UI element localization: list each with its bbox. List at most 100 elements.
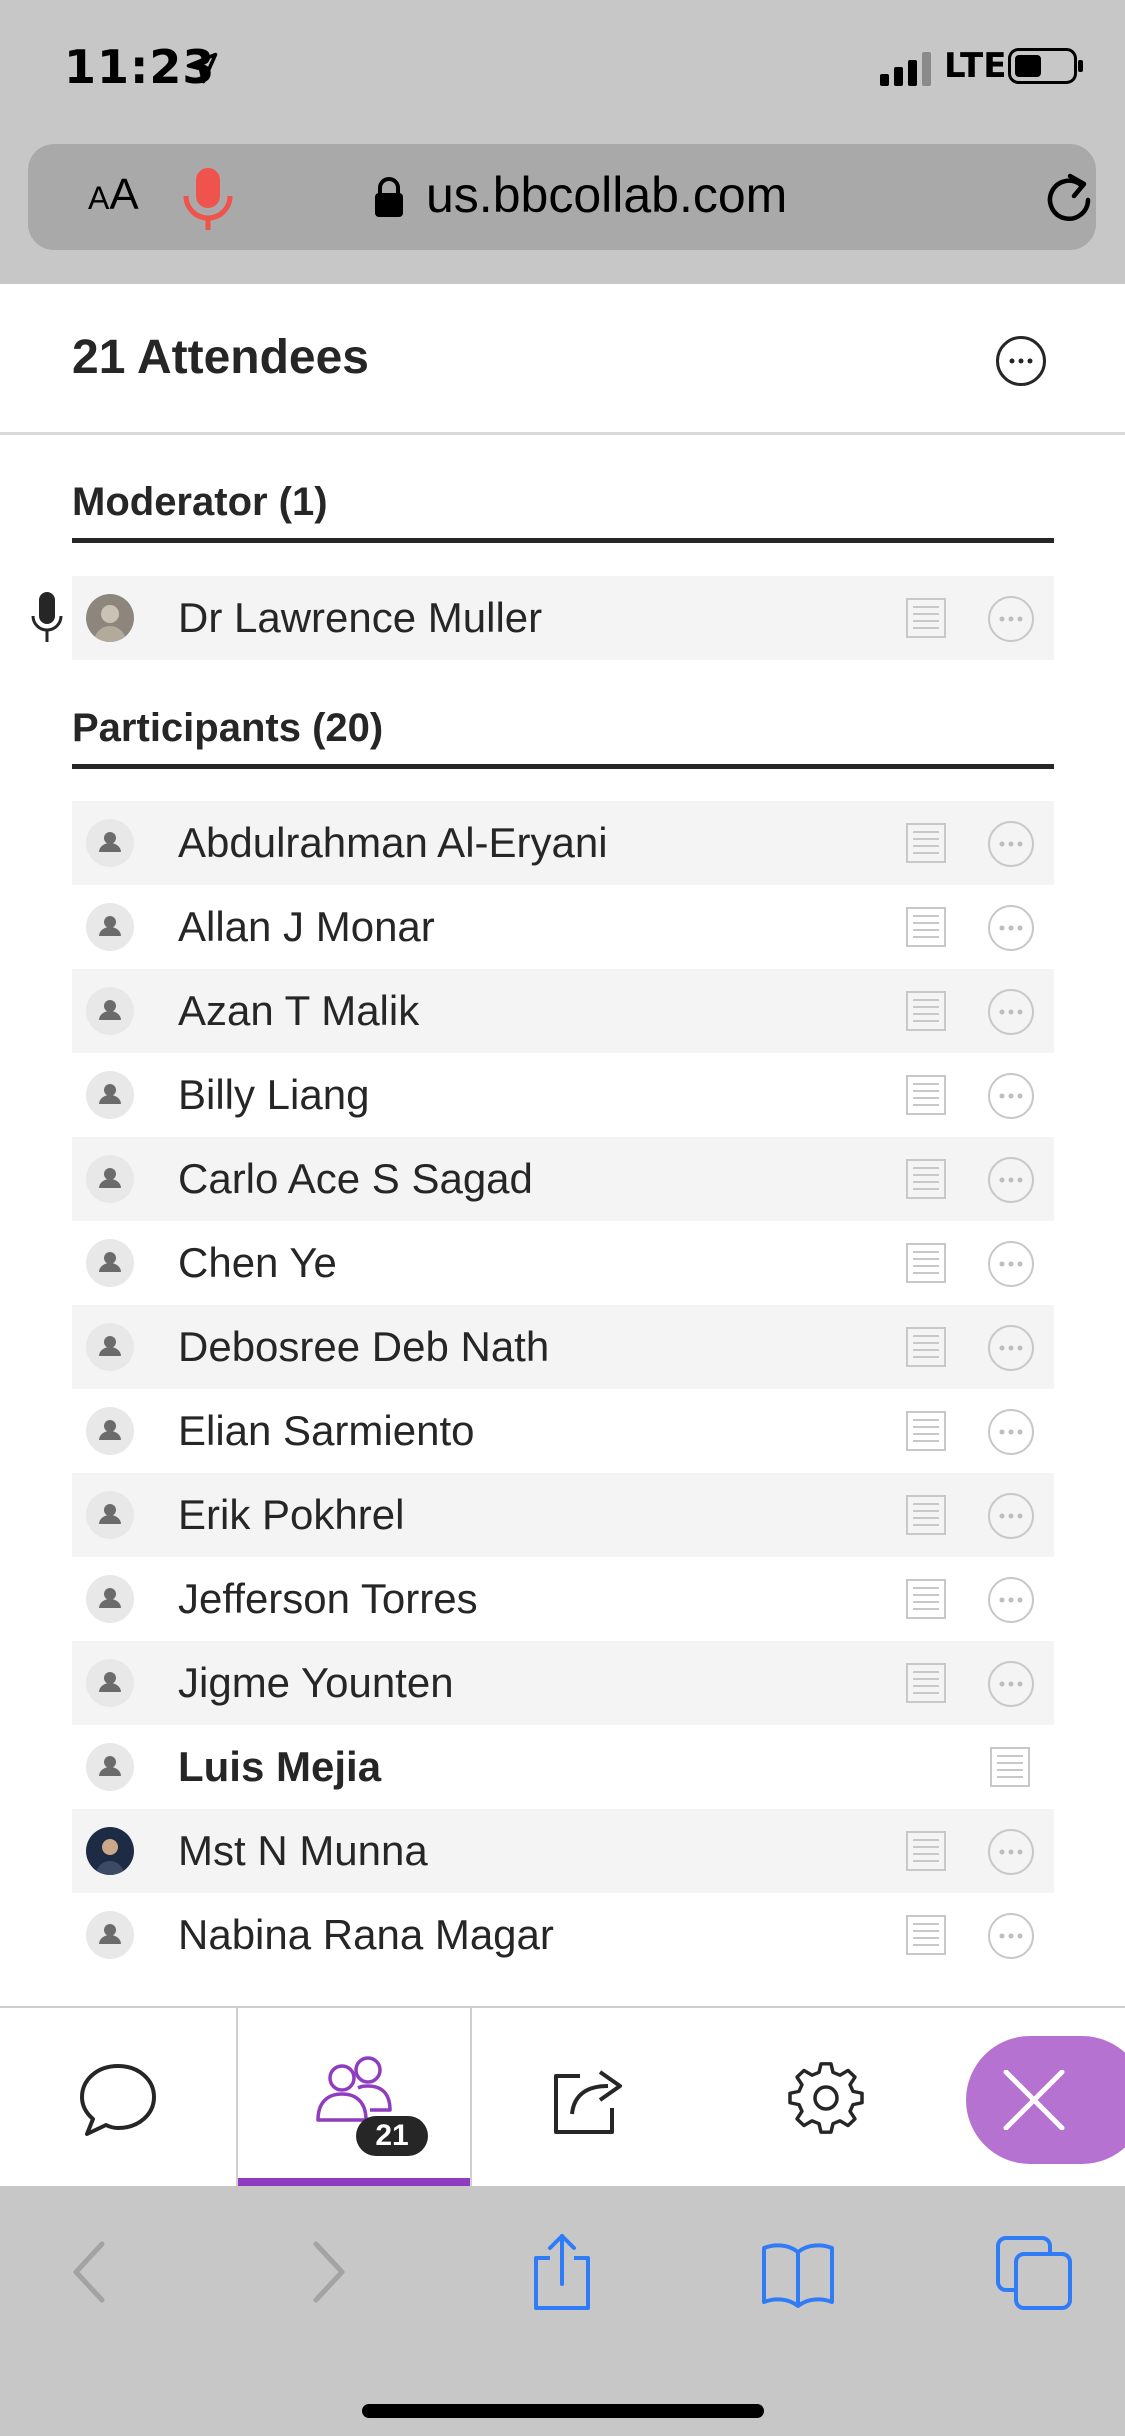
attendee-options-icon[interactable] <box>988 1493 1034 1539</box>
private-chat-icon[interactable] <box>906 1411 946 1451</box>
attendee-options-icon[interactable] <box>988 989 1034 1035</box>
attendee-name: Mst N Munna <box>178 1827 428 1874</box>
attendee-name: Debosree Deb Nath <box>178 1323 550 1370</box>
avatar <box>86 1323 134 1371</box>
home-indicator <box>362 2404 764 2418</box>
avatar <box>86 1155 134 1203</box>
close-icon <box>1003 2070 1065 2130</box>
private-chat-icon[interactable] <box>906 907 946 947</box>
attendee-name: Jefferson Torres <box>178 1575 478 1622</box>
participants-heading: Participants (20) <box>72 706 1054 769</box>
browser-toolbar <box>0 2186 1125 2436</box>
gear-icon <box>788 2062 864 2134</box>
participant-row[interactable]: Luis Mejia <box>72 1725 1054 1809</box>
close-panel-button[interactable] <box>966 2036 1125 2164</box>
share-icon <box>554 2070 622 2134</box>
panel-title: 21 Attendees <box>72 331 369 384</box>
avatar <box>86 1071 134 1119</box>
attendee-name: Carlo Ace S Sagad <box>178 1155 533 1202</box>
lock-icon <box>375 177 403 217</box>
microphone-icon[interactable] <box>178 166 238 232</box>
private-chat-icon[interactable] <box>906 1831 946 1871</box>
avatar <box>86 1407 134 1455</box>
tab-attendees[interactable]: 21 <box>236 2008 472 2188</box>
participant-row[interactable]: Debosree Deb Nath <box>72 1305 1054 1389</box>
panel-header: 21 Attendees <box>0 284 1125 435</box>
attendee-name: Nabina Rana Magar <box>178 1911 554 1958</box>
microphone-icon <box>31 592 63 642</box>
attendee-options-icon[interactable] <box>988 1409 1034 1455</box>
bookmarks-icon[interactable] <box>758 2232 838 2312</box>
battery-icon <box>1008 48 1083 84</box>
attendee-options-icon[interactable] <box>988 596 1034 642</box>
participant-row[interactable]: Azan T Malik <box>72 969 1054 1053</box>
attendee-name: Elian Sarmiento <box>178 1407 475 1454</box>
url-text[interactable]: us.bbcollab.com <box>426 166 787 224</box>
attendee-options-icon[interactable] <box>988 1241 1034 1287</box>
tab-share-content[interactable] <box>472 2008 708 2188</box>
location-arrow-icon <box>186 52 218 84</box>
collab-tab-bar: 21 <box>0 2006 1125 2188</box>
private-chat-icon[interactable] <box>906 1159 946 1199</box>
participant-row[interactable]: Jefferson Torres <box>72 1557 1054 1641</box>
attendee-options-icon[interactable] <box>988 1073 1034 1119</box>
private-chat-icon[interactable] <box>906 1075 946 1115</box>
participant-row[interactable]: Mst N Munna <box>72 1809 1054 1893</box>
avatar <box>86 1743 134 1791</box>
reload-icon[interactable] <box>1040 170 1098 228</box>
private-chat-icon[interactable] <box>906 1327 946 1367</box>
attendee-options-icon[interactable] <box>988 1325 1034 1371</box>
attendee-options-icon[interactable] <box>988 1157 1034 1203</box>
participant-row[interactable]: Elian Sarmiento <box>72 1389 1054 1473</box>
tabs-icon[interactable] <box>994 2232 1074 2312</box>
attendee-name: Billy Liang <box>178 1071 370 1118</box>
participant-row[interactable]: Jigme Younten <box>72 1641 1054 1725</box>
more-options-icon[interactable] <box>996 336 1046 386</box>
attendee-count-badge: 21 <box>356 2116 428 2156</box>
private-chat-icon[interactable] <box>906 823 946 863</box>
attendee-options-icon[interactable] <box>988 1661 1034 1707</box>
private-chat-icon[interactable] <box>906 1243 946 1283</box>
attendee-options-icon[interactable] <box>988 1913 1034 1959</box>
moderator-heading: Moderator (1) <box>72 480 1054 543</box>
private-chat-icon[interactable] <box>906 1915 946 1955</box>
participant-row[interactable]: Carlo Ace S Sagad <box>72 1137 1054 1221</box>
private-chat-icon[interactable] <box>906 1579 946 1619</box>
text-size-button[interactable]: AA <box>88 170 139 220</box>
avatar <box>86 1827 134 1875</box>
attendee-options-icon[interactable] <box>988 821 1034 867</box>
avatar <box>86 1239 134 1287</box>
participant-row[interactable]: Chen Ye <box>72 1221 1054 1305</box>
participant-row[interactable]: Erik Pokhrel <box>72 1473 1054 1557</box>
attendee-name: Azan T Malik <box>178 987 420 1034</box>
address-bar[interactable]: AA us.bbcollab.com <box>28 144 1096 250</box>
participant-row[interactable]: Billy Liang <box>72 1053 1054 1137</box>
private-chat-icon[interactable] <box>906 1663 946 1703</box>
attendee-name: Chen Ye <box>178 1239 337 1286</box>
chat-bubble-icon <box>80 2064 156 2136</box>
private-chat-icon[interactable] <box>906 598 946 638</box>
attendee-name: Dr Lawrence Muller <box>178 594 543 641</box>
moderator-row[interactable]: Dr Lawrence Muller <box>31 576 1054 660</box>
avatar <box>86 819 134 867</box>
attendee-options-icon[interactable] <box>988 905 1034 951</box>
participant-row[interactable]: Nabina Rana Magar <box>72 1893 1054 1977</box>
tab-settings[interactable] <box>708 2008 944 2188</box>
private-chat-icon[interactable] <box>906 991 946 1031</box>
avatar <box>86 987 134 1035</box>
share-icon[interactable] <box>522 2232 602 2312</box>
avatar <box>86 594 134 642</box>
avatar <box>86 1491 134 1539</box>
private-chat-icon[interactable] <box>906 1495 946 1535</box>
tab-chat[interactable] <box>0 2008 236 2188</box>
attendee-options-icon[interactable] <box>988 1829 1034 1875</box>
forward-icon[interactable] <box>286 2232 366 2312</box>
avatar <box>86 903 134 951</box>
network-type: LTE <box>944 46 1007 86</box>
attendee-options-icon[interactable] <box>988 1577 1034 1623</box>
participant-row[interactable]: Abdulrahman Al-Eryani <box>72 801 1054 885</box>
private-chat-icon[interactable] <box>990 1747 1030 1787</box>
participant-row[interactable]: Allan J Monar <box>72 885 1054 969</box>
attendee-name: Erik Pokhrel <box>178 1491 405 1538</box>
back-icon[interactable] <box>52 2232 132 2312</box>
